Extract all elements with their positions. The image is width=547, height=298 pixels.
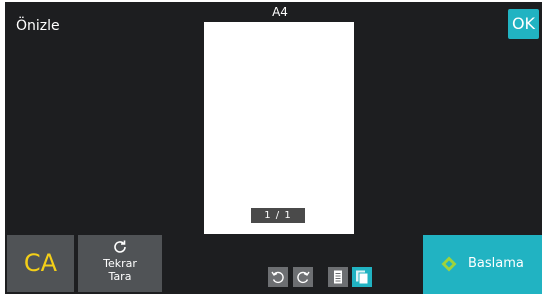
start-button[interactable]: Baslama [423, 235, 542, 294]
single-page-view-button[interactable] [328, 267, 348, 287]
clear-all-button[interactable]: CA [7, 235, 74, 292]
preview-screen: Önizle A4 1 / 1 OK CA Tekrar Tara Baslam… [5, 2, 542, 294]
rotate-left-button[interactable] [268, 267, 288, 287]
rescan-label-line2: Tara [108, 270, 132, 283]
start-diamond-icon [441, 256, 457, 272]
rotate-right-icon [297, 271, 310, 284]
page-indicator: 1 / 1 [251, 208, 305, 223]
rescan-label-line1: Tekrar [103, 257, 137, 270]
refresh-icon [114, 240, 126, 253]
rescan-button[interactable]: Tekrar Tara [78, 235, 162, 292]
rotate-right-button[interactable] [293, 267, 313, 287]
preview-page: 1 / 1 [204, 22, 354, 234]
single-page-view-icon [334, 270, 342, 284]
multi-page-view-icon [356, 270, 369, 285]
rotate-left-icon [271, 271, 284, 284]
start-label: Baslama [468, 256, 524, 271]
screen-title: Önizle [16, 18, 60, 34]
rescan-label: Tekrar Tara [78, 257, 162, 283]
paper-size-label: A4 [272, 5, 288, 19]
multi-page-view-button[interactable] [352, 267, 372, 287]
ok-button[interactable]: OK [508, 9, 539, 39]
